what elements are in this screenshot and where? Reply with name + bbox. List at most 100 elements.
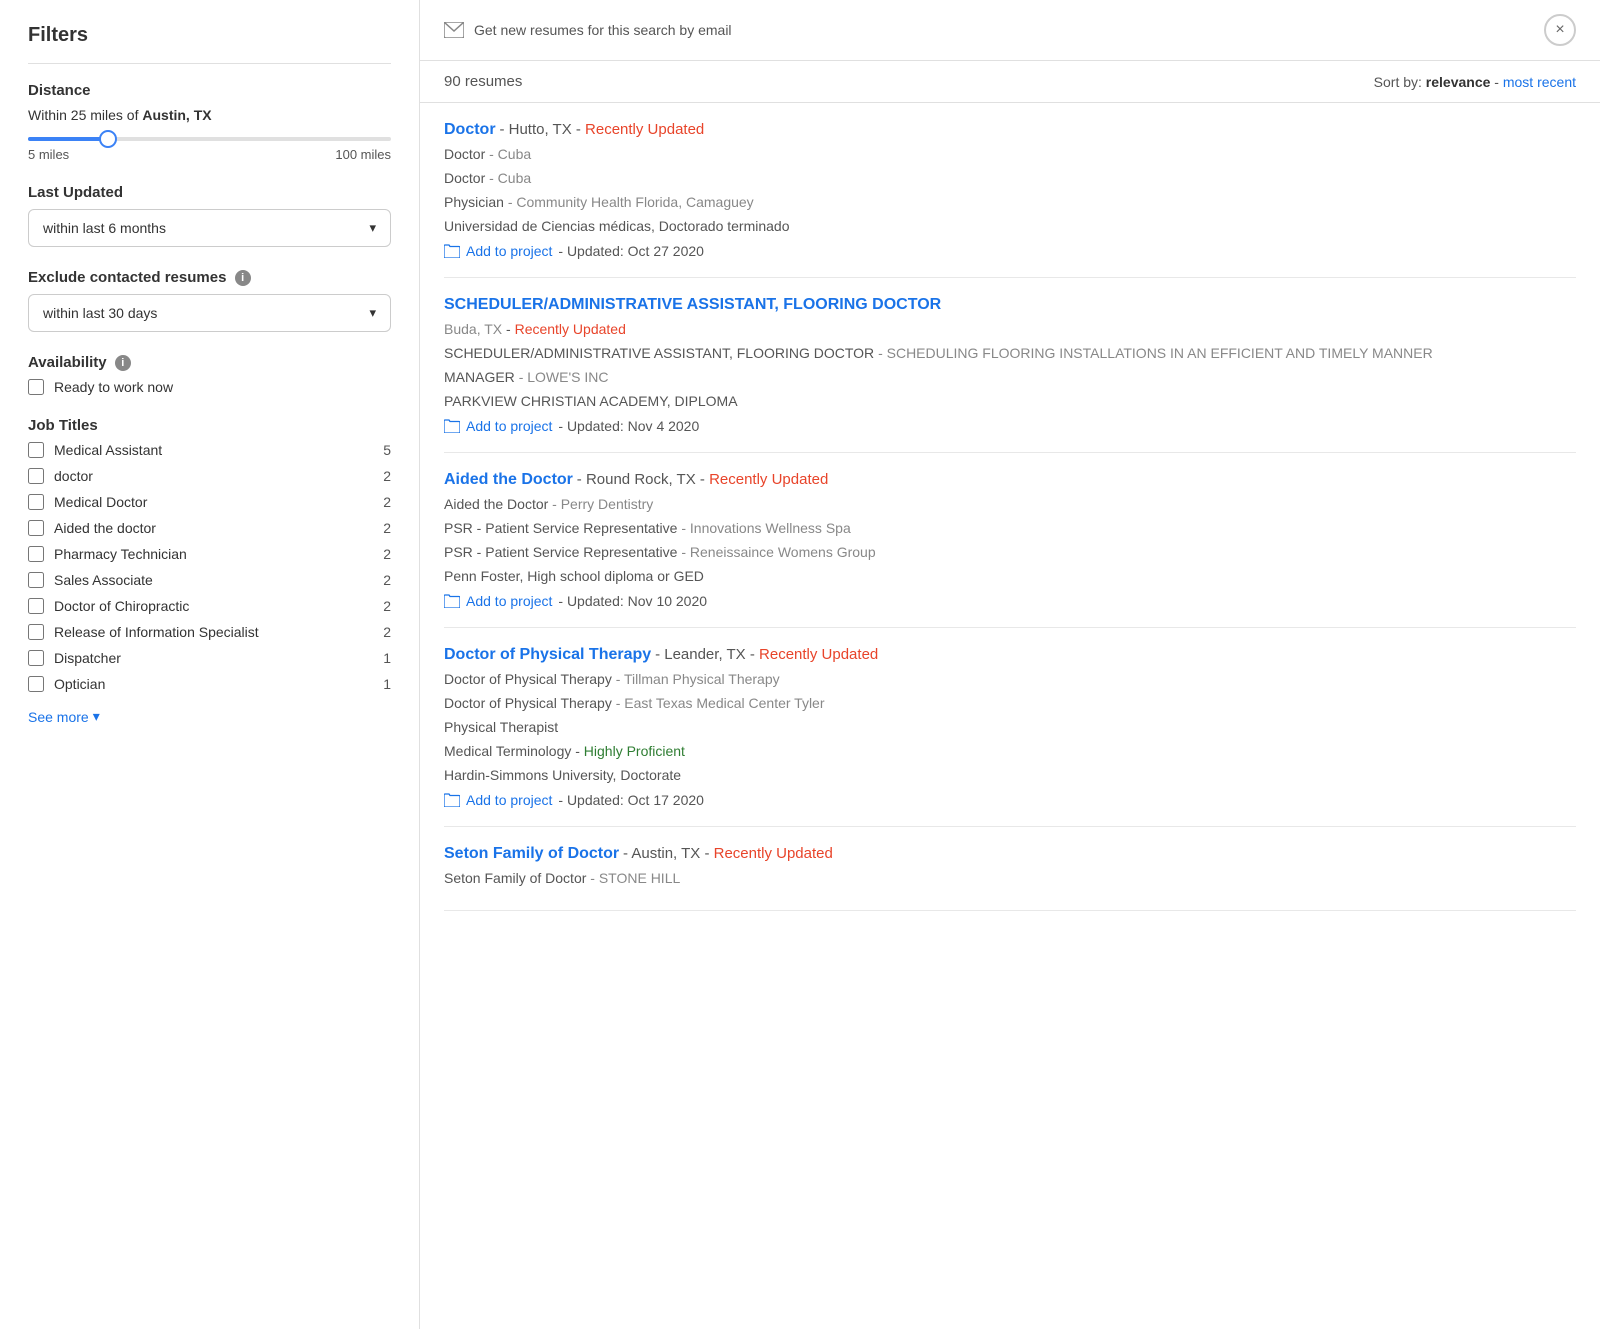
job-title-checkbox-4[interactable] <box>28 546 44 562</box>
resume-card: Seton Family of Doctor - Austin, TX - Re… <box>444 827 1576 911</box>
sort-separator: - <box>1494 74 1503 90</box>
folder-icon <box>444 419 460 433</box>
resume-title-link[interactable]: Doctor <box>444 121 496 138</box>
resume-location: - Round Rock, TX - Recently Updated <box>577 471 829 488</box>
ready-to-work-label: Ready to work now <box>54 379 173 395</box>
job-title-name: Sales Associate <box>54 572 383 588</box>
email-bar: Get new resumes for this search by email… <box>420 0 1600 61</box>
job-title-checkbox-6[interactable] <box>28 598 44 614</box>
exclude-contacted-select[interactable]: within last 30 days ▾ <box>28 294 391 332</box>
exclude-info-icon[interactable]: i <box>235 270 251 286</box>
resume-title-link[interactable]: SCHEDULER/ADMINISTRATIVE ASSISTANT, FLOO… <box>444 296 941 313</box>
job-title-row: doctor 2 <box>28 468 391 484</box>
job-title-count: 2 <box>383 598 391 614</box>
folder-icon <box>444 244 460 258</box>
add-to-project-button[interactable]: Add to project - Updated: Nov 4 2020 <box>444 418 1576 434</box>
chevron-down-icon: ▾ <box>93 708 100 725</box>
job-title-count: 2 <box>383 520 391 536</box>
resume-title-row: Seton Family of Doctor - Austin, TX - Re… <box>444 845 1576 863</box>
updated-text: - Updated: Oct 27 2020 <box>558 243 704 259</box>
resume-title-link[interactable]: Doctor of Physical Therapy <box>444 646 651 663</box>
updated-text: - Updated: Nov 4 2020 <box>558 418 699 434</box>
job-title-count: 1 <box>383 676 391 692</box>
job-title-row: Dispatcher 1 <box>28 650 391 666</box>
exclude-contacted-label: Exclude contacted resumes i <box>28 269 391 286</box>
job-title-row: Optician 1 <box>28 676 391 692</box>
sort-bar: Sort by: relevance - most recent <box>1374 74 1576 90</box>
results-list: Doctor - Hutto, TX - Recently Updated Do… <box>420 103 1600 1329</box>
job-title-checkbox-9[interactable] <box>28 676 44 692</box>
resume-title-link[interactable]: Seton Family of Doctor <box>444 845 619 862</box>
slider-max-label: 100 miles <box>335 147 391 162</box>
resume-detail-row: Doctor - Cuba <box>444 168 1576 189</box>
add-to-project-button[interactable]: Add to project - Updated: Nov 10 2020 <box>444 593 1576 609</box>
resume-detail-row: Physician - Community Health Florida, Ca… <box>444 192 1576 213</box>
last-updated-select[interactable]: within last 6 months ▾ <box>28 209 391 247</box>
job-title-checkbox-0[interactable] <box>28 442 44 458</box>
job-title-name: Release of Information Specialist <box>54 624 383 640</box>
distance-label: Distance <box>28 82 391 99</box>
resume-detail-row: SCHEDULER/ADMINISTRATIVE ASSISTANT, FLOO… <box>444 343 1576 364</box>
add-to-project-button[interactable]: Add to project - Updated: Oct 27 2020 <box>444 243 1576 259</box>
resume-detail-row: MANAGER - LOWE'S INC <box>444 367 1576 388</box>
resume-subtitle-location: Buda, TX - Recently Updated <box>444 319 1576 340</box>
add-to-project-label: Add to project <box>466 243 552 259</box>
slider-labels: 5 miles 100 miles <box>28 147 391 162</box>
resume-location: - Hutto, TX - Recently Updated <box>499 121 704 138</box>
resume-title-link[interactable]: Aided the Doctor <box>444 471 573 488</box>
job-title-name: Optician <box>54 676 383 692</box>
sort-most-recent-link[interactable]: most recent <box>1503 74 1576 90</box>
resume-card: Doctor - Hutto, TX - Recently Updated Do… <box>444 103 1576 278</box>
see-more-button[interactable]: See more ▾ <box>28 708 100 725</box>
add-to-project-button[interactable]: Add to project - Updated: Oct 17 2020 <box>444 792 1576 808</box>
resume-detail-row: Aided the Doctor - Perry Dentistry <box>444 494 1576 515</box>
distance-slider-container[interactable] <box>28 137 391 141</box>
job-title-count: 1 <box>383 650 391 666</box>
resume-card: Doctor of Physical Therapy - Leander, TX… <box>444 628 1576 827</box>
folder-svg-icon <box>444 793 460 807</box>
folder-icon <box>444 793 460 807</box>
email-icon <box>444 22 464 38</box>
main-panel: Get new resumes for this search by email… <box>420 0 1600 1329</box>
distance-location: Austin, TX <box>142 107 211 123</box>
resume-detail-row: PSR - Patient Service Representative - I… <box>444 518 1576 539</box>
job-title-row: Doctor of Chiropractic 2 <box>28 598 391 614</box>
last-updated-selected-value: within last 6 months <box>43 220 166 236</box>
job-title-name: doctor <box>54 468 383 484</box>
availability-filter: Availability i Ready to work now <box>28 354 391 395</box>
job-title-checkbox-5[interactable] <box>28 572 44 588</box>
resume-title-row: Doctor of Physical Therapy - Leander, TX… <box>444 646 1576 664</box>
close-email-button[interactable]: × <box>1544 14 1576 46</box>
add-to-project-label: Add to project <box>466 418 552 434</box>
job-title-count: 2 <box>383 468 391 484</box>
sort-relevance: relevance <box>1426 74 1491 90</box>
job-title-checkbox-1[interactable] <box>28 468 44 484</box>
slider-thumb[interactable] <box>99 130 117 148</box>
resume-detail-row: Seton Family of Doctor - STONE HILL <box>444 868 1576 889</box>
folder-svg-icon <box>444 419 460 433</box>
chevron-down-icon: ▾ <box>369 305 376 321</box>
availability-label: Availability i <box>28 354 391 371</box>
slider-min-label: 5 miles <box>28 147 69 162</box>
job-title-checkbox-3[interactable] <box>28 520 44 536</box>
job-title-row: Pharmacy Technician 2 <box>28 546 391 562</box>
exclude-contacted-selected-value: within last 30 days <box>43 305 157 321</box>
job-title-name: Pharmacy Technician <box>54 546 383 562</box>
folder-icon <box>444 594 460 608</box>
ready-to-work-checkbox[interactable] <box>28 379 44 395</box>
resume-card: SCHEDULER/ADMINISTRATIVE ASSISTANT, FLOO… <box>444 278 1576 453</box>
availability-info-icon[interactable]: i <box>115 355 131 371</box>
job-title-checkbox-7[interactable] <box>28 624 44 640</box>
job-title-checkbox-8[interactable] <box>28 650 44 666</box>
resume-title-row: SCHEDULER/ADMINISTRATIVE ASSISTANT, FLOO… <box>444 296 1576 314</box>
job-title-row: Medical Assistant 5 <box>28 442 391 458</box>
job-title-checkbox-2[interactable] <box>28 494 44 510</box>
job-title-count: 2 <box>383 572 391 588</box>
exclude-contacted-filter: Exclude contacted resumes i within last … <box>28 269 391 332</box>
job-title-count: 2 <box>383 494 391 510</box>
job-title-name: Medical Doctor <box>54 494 383 510</box>
resume-title-row: Aided the Doctor - Round Rock, TX - Rece… <box>444 471 1576 489</box>
job-title-name: Aided the doctor <box>54 520 383 536</box>
close-icon: × <box>1555 21 1564 39</box>
job-title-row: Aided the doctor 2 <box>28 520 391 536</box>
